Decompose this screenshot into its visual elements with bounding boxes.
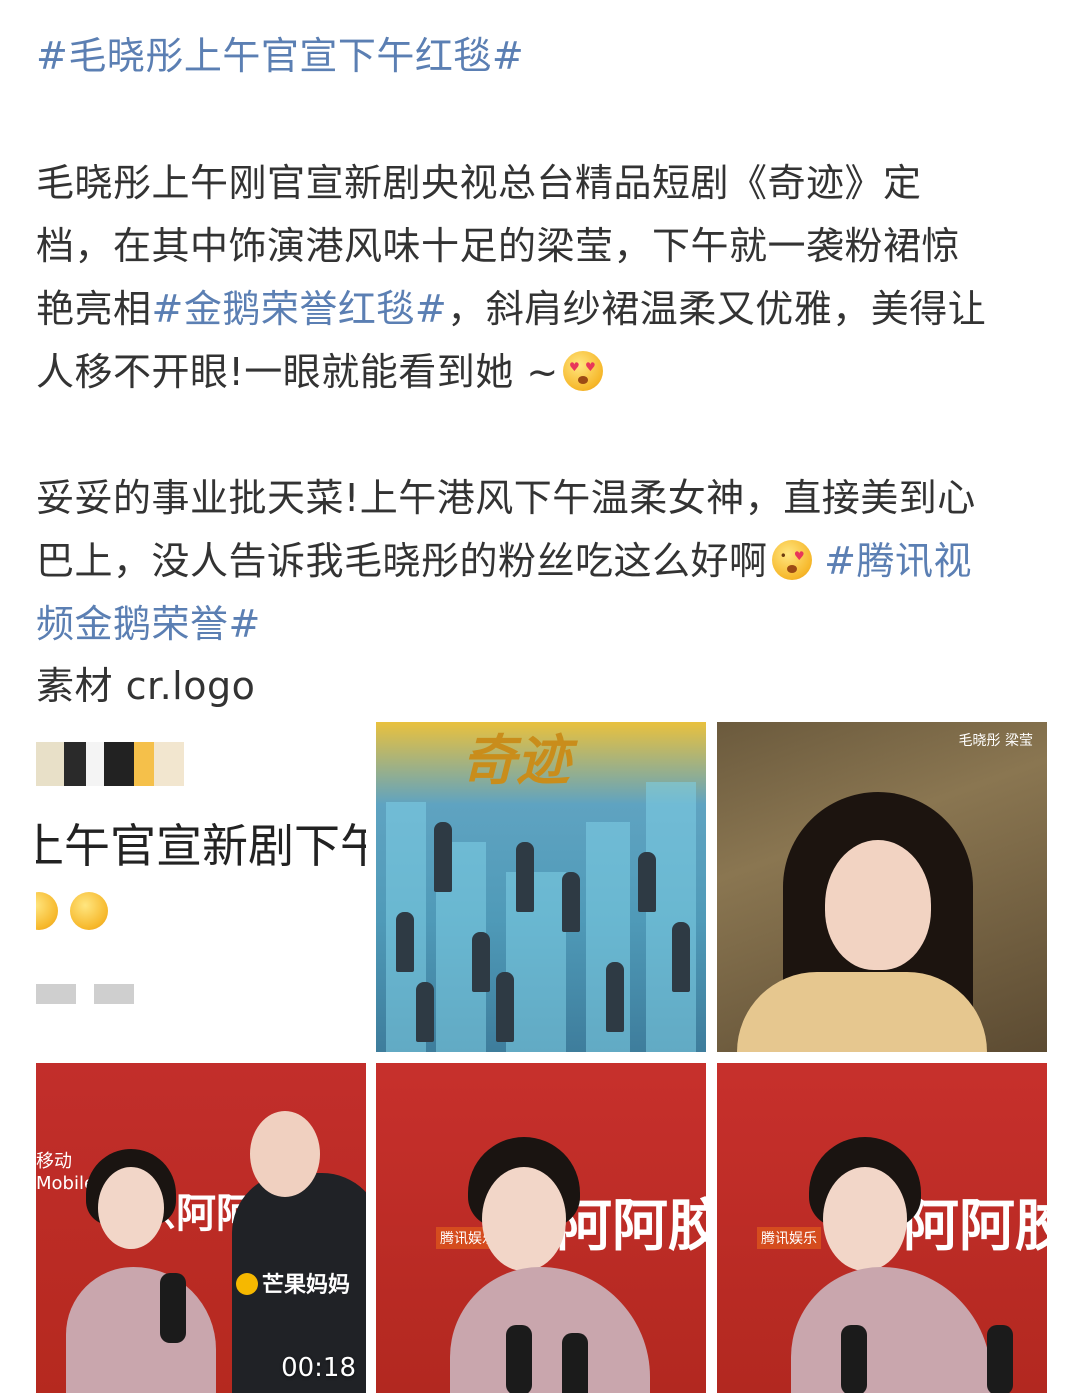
heart-eyes-emoji-icon xyxy=(36,892,58,930)
image-thumb-2-poster[interactable]: 奇迹 xyxy=(376,722,706,1052)
text-segment: 艳亮相 xyxy=(36,287,152,331)
hashtag-title[interactable]: #毛晓彤上午官宣下午红毯# xyxy=(36,34,524,78)
hashtag-tencent-video[interactable]: #腾讯视 xyxy=(824,539,972,583)
heart-eyes-emoji-icon xyxy=(70,892,108,930)
post-paragraph-1: 毛晓彤上午刚官宣新剧央视总台精品短剧《奇迹》定 档，在其中饰演港风味十足的梁莹，… xyxy=(36,152,986,404)
text-segment: 人移不开眼!一眼就能看到她 ~ xyxy=(36,350,559,394)
text-line: 巴上，没人告诉我毛晓彤的粉丝吃这么好啊 • ♥ #腾讯视 xyxy=(36,530,976,593)
source-credit: 素材 cr.logo xyxy=(36,664,256,708)
post-source: 素材 cr.logo xyxy=(36,655,255,718)
text-line: 档，在其中饰演港风味十足的梁莹，下午就一袭粉裙惊 xyxy=(36,224,961,268)
image-thumb-5-red-carpet[interactable]: 阿阿胶 腾讯娱乐 xyxy=(376,1063,706,1393)
kiss-emoji-icon: • ♥ xyxy=(771,540,812,580)
image-thumb-3-portrait[interactable]: 毛晓彤 梁莹 xyxy=(717,722,1047,1052)
video-duration: 00:18 xyxy=(281,1353,356,1383)
text-segment: 巴上，没人告诉我毛晓彤的粉丝吃这么好啊 xyxy=(36,539,768,583)
text-line: 艳亮相#金鹅荣誉红毯#，斜肩纱裙温柔又优雅，美得让 xyxy=(36,278,986,341)
hashtag-golden-goose[interactable]: #金鹅荣誉红毯# xyxy=(152,287,448,331)
cropped-text: 上午官宣新剧下午 xyxy=(36,819,366,873)
hashtag-tencent-video-cont[interactable]: 频金鹅荣誉# xyxy=(36,602,261,646)
poster-title: 奇迹 xyxy=(462,728,570,792)
text-line: 妥妥的事业批天菜!上午港风下午温柔女神，直接美到心 xyxy=(36,476,976,520)
media-badge: 腾讯娱乐 xyxy=(757,1227,821,1249)
text-line: 频金鹅荣誉# xyxy=(36,593,976,656)
text-segment: ，斜肩纱裙温柔又优雅，美得让 xyxy=(447,287,987,331)
image-thumb-1[interactable]: 上午官宣新剧下午 xyxy=(36,722,366,1052)
image-thumb-6-red-carpet[interactable]: 东阿阿胶 腾讯娱乐 xyxy=(717,1063,1047,1393)
heart-eyes-emoji-icon: ♥ ♥ xyxy=(562,351,603,391)
image-watermark: 毛晓彤 梁莹 xyxy=(958,733,1033,749)
mango-logo: 芒果妈妈 xyxy=(236,1267,350,1299)
logo-text: 芒果妈妈 xyxy=(262,1273,351,1298)
text-line: 人移不开眼!一眼就能看到她 ~ ♥ ♥ xyxy=(36,341,986,404)
post-topic-tag[interactable]: #毛晓彤上午官宣下午红毯# xyxy=(36,25,524,88)
video-thumb-red-carpet[interactable]: 移动 Mobile 东阿阿胶 芒果妈妈 00:18 xyxy=(36,1063,366,1393)
post-paragraph-2: 妥妥的事业批天菜!上午港风下午温柔女神，直接美到心 巴上，没人告诉我毛晓彤的粉丝… xyxy=(36,467,976,656)
text-line: 毛晓彤上午刚官宣新剧央视总台精品短剧《奇迹》定 xyxy=(36,161,922,205)
